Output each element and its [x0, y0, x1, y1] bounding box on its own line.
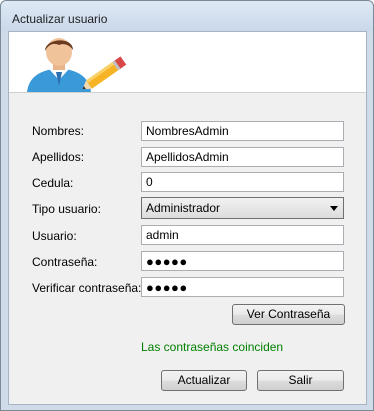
contrasena-field[interactable]: ●●●●●	[141, 251, 344, 271]
tipo-usuario-select[interactable]: Administrador	[141, 197, 344, 219]
verificar-contrasena-label: Verificar contraseña:	[32, 281, 142, 295]
verificar-contrasena-field[interactable]: ●●●●●	[141, 277, 344, 297]
nombres-label: Nombres:	[32, 124, 85, 138]
contrasena-label: Contraseña:	[32, 255, 98, 269]
tipo-usuario-label: Tipo usuario:	[32, 202, 101, 216]
cedula-field[interactable]: 0	[141, 172, 344, 192]
password-match-status: Las contraseñas coinciden	[141, 340, 284, 354]
salir-button[interactable]: Salir	[257, 370, 344, 391]
tipo-usuario-value: Administrador	[146, 201, 221, 215]
actualizar-button[interactable]: Actualizar	[161, 370, 247, 391]
cedula-label: Cedula:	[32, 176, 74, 190]
apellidos-field[interactable]: ApellidosAdmin	[141, 147, 344, 167]
chevron-down-icon[interactable]	[330, 206, 338, 211]
window-title: Actualizar usuario	[12, 12, 108, 26]
user-edit-icon	[27, 38, 127, 92]
apellidos-label: Apellidos:	[32, 150, 85, 164]
nombres-field[interactable]: NombresAdmin	[141, 121, 344, 141]
form-panel: Nombres: NombresAdmin Apellidos: Apellid…	[8, 31, 367, 405]
header-banner	[9, 32, 366, 93]
ver-contrasena-button[interactable]: Ver Contraseña	[232, 304, 345, 325]
title-bar[interactable]: Actualizar usuario	[1, 1, 373, 31]
update-user-window: Actualizar usuario Nombres: NombresAdmin…	[0, 0, 374, 411]
usuario-field[interactable]: admin	[141, 225, 344, 245]
usuario-label: Usuario:	[32, 229, 77, 243]
